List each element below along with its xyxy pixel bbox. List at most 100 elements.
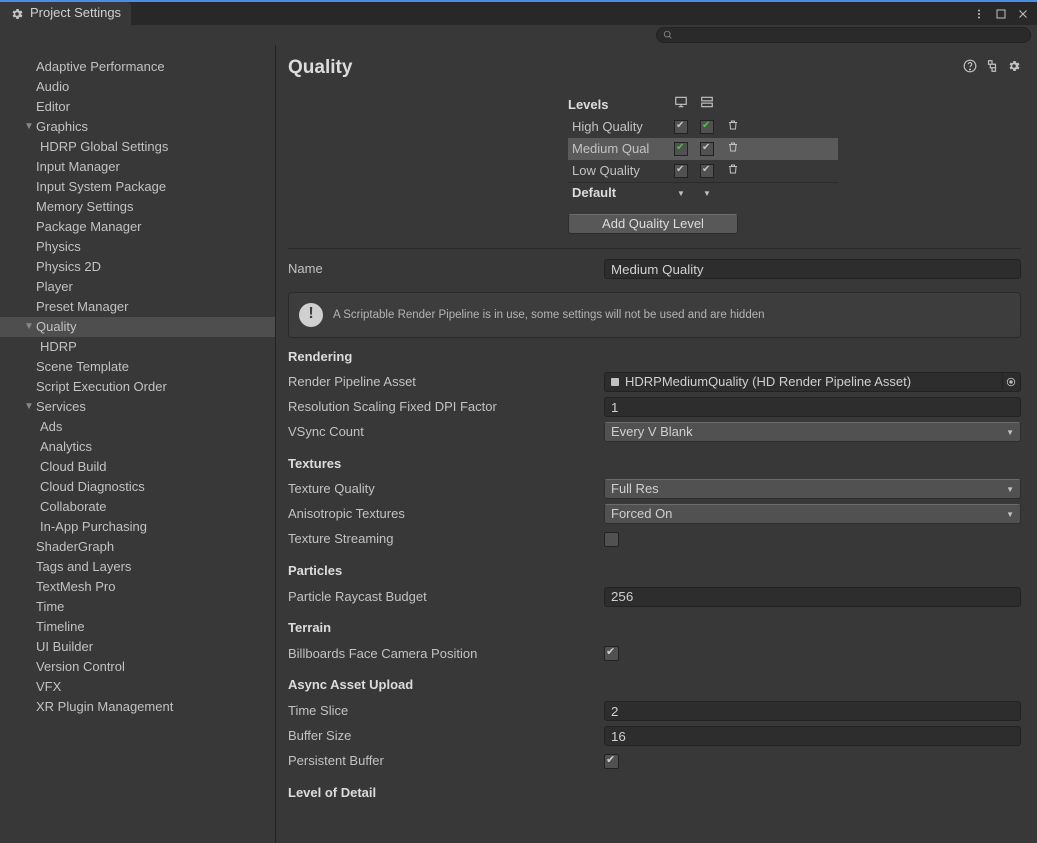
section-rendering: Rendering [288, 348, 1021, 366]
sidebar-item-audio[interactable]: ▶Audio [0, 77, 275, 97]
gear-icon [10, 7, 24, 21]
kebab-menu-icon[interactable] [973, 8, 985, 20]
sidebar-item-label: VFX [36, 678, 61, 696]
name-label: Name [288, 260, 604, 278]
default-label: Default [568, 184, 668, 202]
trash-icon[interactable] [720, 162, 746, 180]
raycast-budget-input[interactable] [604, 587, 1021, 607]
search-field-wrap[interactable] [656, 27, 1031, 43]
page-title: Quality [288, 55, 352, 82]
quality-level-checkbox[interactable] [674, 142, 688, 156]
trash-icon[interactable] [720, 140, 746, 158]
sidebar-item-services[interactable]: ▼Services [0, 397, 275, 417]
sidebar-item-preset-manager[interactable]: ▶Preset Manager [0, 297, 275, 317]
quality-level-checkbox[interactable] [700, 120, 714, 134]
sidebar-item-scene-template[interactable]: ▶Scene Template [0, 357, 275, 377]
sidebar-item-graphics[interactable]: ▼Graphics [0, 117, 275, 137]
close-icon[interactable] [1017, 8, 1029, 20]
sidebar-item-label: Analytics [40, 438, 92, 456]
sidebar-item-physics[interactable]: ▶Physics [0, 237, 275, 257]
sidebar-item-script-execution-order[interactable]: ▶Script Execution Order [0, 377, 275, 397]
sidebar-item-vfx[interactable]: ▶VFX [0, 677, 275, 697]
sidebar-item-timeline[interactable]: ▶Timeline [0, 617, 275, 637]
asset-picker-icon[interactable] [1002, 374, 1018, 390]
billboards-label: Billboards Face Camera Position [288, 645, 604, 663]
sidebar-item-cloud-diagnostics[interactable]: Cloud Diagnostics [0, 477, 275, 497]
sidebar-item-quality[interactable]: ▼Quality [0, 317, 275, 337]
texture-streaming-checkbox[interactable] [604, 532, 619, 547]
info-message: A Scriptable Render Pipeline is in use, … [333, 307, 765, 323]
sidebar-item-label: Physics [36, 238, 81, 256]
sidebar-item-input-system-package[interactable]: ▶Input System Package [0, 177, 275, 197]
sidebar-item-xr-plugin-management[interactable]: ▶XR Plugin Management [0, 697, 275, 717]
sidebar-item-memory-settings[interactable]: ▶Memory Settings [0, 197, 275, 217]
default-dropdown-2[interactable]: ▼ [694, 188, 720, 199]
tab-project-settings[interactable]: Project Settings [0, 2, 131, 25]
sidebar-item-label: Quality [36, 318, 76, 336]
sidebar-item-label: Player [36, 278, 73, 296]
sidebar-item-label: Ads [40, 418, 62, 436]
trash-icon[interactable] [720, 118, 746, 136]
vsync-dropdown[interactable]: Every V Blank▼ [604, 422, 1021, 442]
quality-level-checkbox[interactable] [674, 120, 688, 134]
expand-arrow-icon: ▼ [24, 320, 36, 334]
preset-icon[interactable] [985, 59, 999, 78]
default-dropdown-1[interactable]: ▼ [668, 188, 694, 199]
raycast-budget-label: Particle Raycast Budget [288, 588, 604, 606]
search-row [0, 25, 1037, 45]
quality-level-row[interactable]: High Quality [568, 116, 838, 138]
window-title: Project Settings [30, 4, 121, 22]
sidebar-item-label: Tags and Layers [36, 558, 131, 576]
sidebar-item-label: Memory Settings [36, 198, 134, 216]
sidebar-item-textmesh-pro[interactable]: ▶TextMesh Pro [0, 577, 275, 597]
quality-level-row[interactable]: Low Quality [568, 160, 838, 182]
sidebar-item-editor[interactable]: ▶Editor [0, 97, 275, 117]
sidebar-item-shadergraph[interactable]: ▶ShaderGraph [0, 537, 275, 557]
aniso-dropdown[interactable]: Forced On▼ [604, 504, 1021, 524]
quality-level-checkbox[interactable] [700, 164, 714, 178]
sidebar-item-label: Graphics [36, 118, 88, 136]
sidebar-item-player[interactable]: ▶Player [0, 277, 275, 297]
sidebar-item-hdrp-global-settings[interactable]: HDRP Global Settings [0, 137, 275, 157]
maximize-icon[interactable] [995, 8, 1007, 20]
time-slice-input[interactable] [604, 701, 1021, 721]
sidebar-item-input-manager[interactable]: ▶Input Manager [0, 157, 275, 177]
sidebar-item-ui-builder[interactable]: ▶UI Builder [0, 637, 275, 657]
sidebar-item-tags-and-layers[interactable]: ▶Tags and Layers [0, 557, 275, 577]
buffer-size-input[interactable] [604, 726, 1021, 746]
settings-icon[interactable] [1007, 59, 1021, 78]
quality-level-checkbox[interactable] [700, 142, 714, 156]
sidebar-item-label: Preset Manager [36, 298, 129, 316]
texture-quality-dropdown[interactable]: Full Res▼ [604, 479, 1021, 499]
persistent-buffer-checkbox[interactable] [604, 754, 619, 769]
sidebar-item-in-app-purchasing[interactable]: In-App Purchasing [0, 517, 275, 537]
sidebar-item-hdrp[interactable]: HDRP [0, 337, 275, 357]
section-textures: Textures [288, 455, 1021, 473]
section-terrain: Terrain [288, 619, 1021, 637]
sidebar-item-cloud-build[interactable]: Cloud Build [0, 457, 275, 477]
sidebar-item-package-manager[interactable]: ▶Package Manager [0, 217, 275, 237]
sidebar-item-label: Input System Package [36, 178, 166, 196]
render-pipeline-asset-field[interactable]: HDRPMediumQuality (HD Render Pipeline As… [604, 372, 1021, 392]
name-input[interactable] [604, 259, 1021, 279]
sidebar-item-ads[interactable]: Ads [0, 417, 275, 437]
billboards-checkbox[interactable] [604, 646, 619, 661]
sidebar-item-physics-2d[interactable]: ▶Physics 2D [0, 257, 275, 277]
sidebar-item-analytics[interactable]: Analytics [0, 437, 275, 457]
help-icon[interactable] [963, 59, 977, 78]
sidebar-item-adaptive-performance[interactable]: ▶Adaptive Performance [0, 57, 275, 77]
server-icon [694, 95, 720, 114]
add-quality-level-button[interactable]: Add Quality Level [568, 214, 738, 234]
quality-level-row[interactable]: Medium Qual [568, 138, 838, 160]
quality-level-checkbox[interactable] [674, 164, 688, 178]
search-input[interactable] [677, 29, 1024, 41]
dpi-input[interactable] [604, 397, 1021, 417]
sidebar-item-time[interactable]: ▶Time [0, 597, 275, 617]
dpi-label: Resolution Scaling Fixed DPI Factor [288, 398, 604, 416]
info-icon: ! [299, 303, 323, 327]
sidebar-item-label: Input Manager [36, 158, 120, 176]
sidebar-item-label: HDRP Global Settings [40, 138, 168, 156]
sidebar-item-version-control[interactable]: ▶Version Control [0, 657, 275, 677]
sidebar-item-collaborate[interactable]: Collaborate [0, 497, 275, 517]
aniso-label: Anisotropic Textures [288, 505, 604, 523]
